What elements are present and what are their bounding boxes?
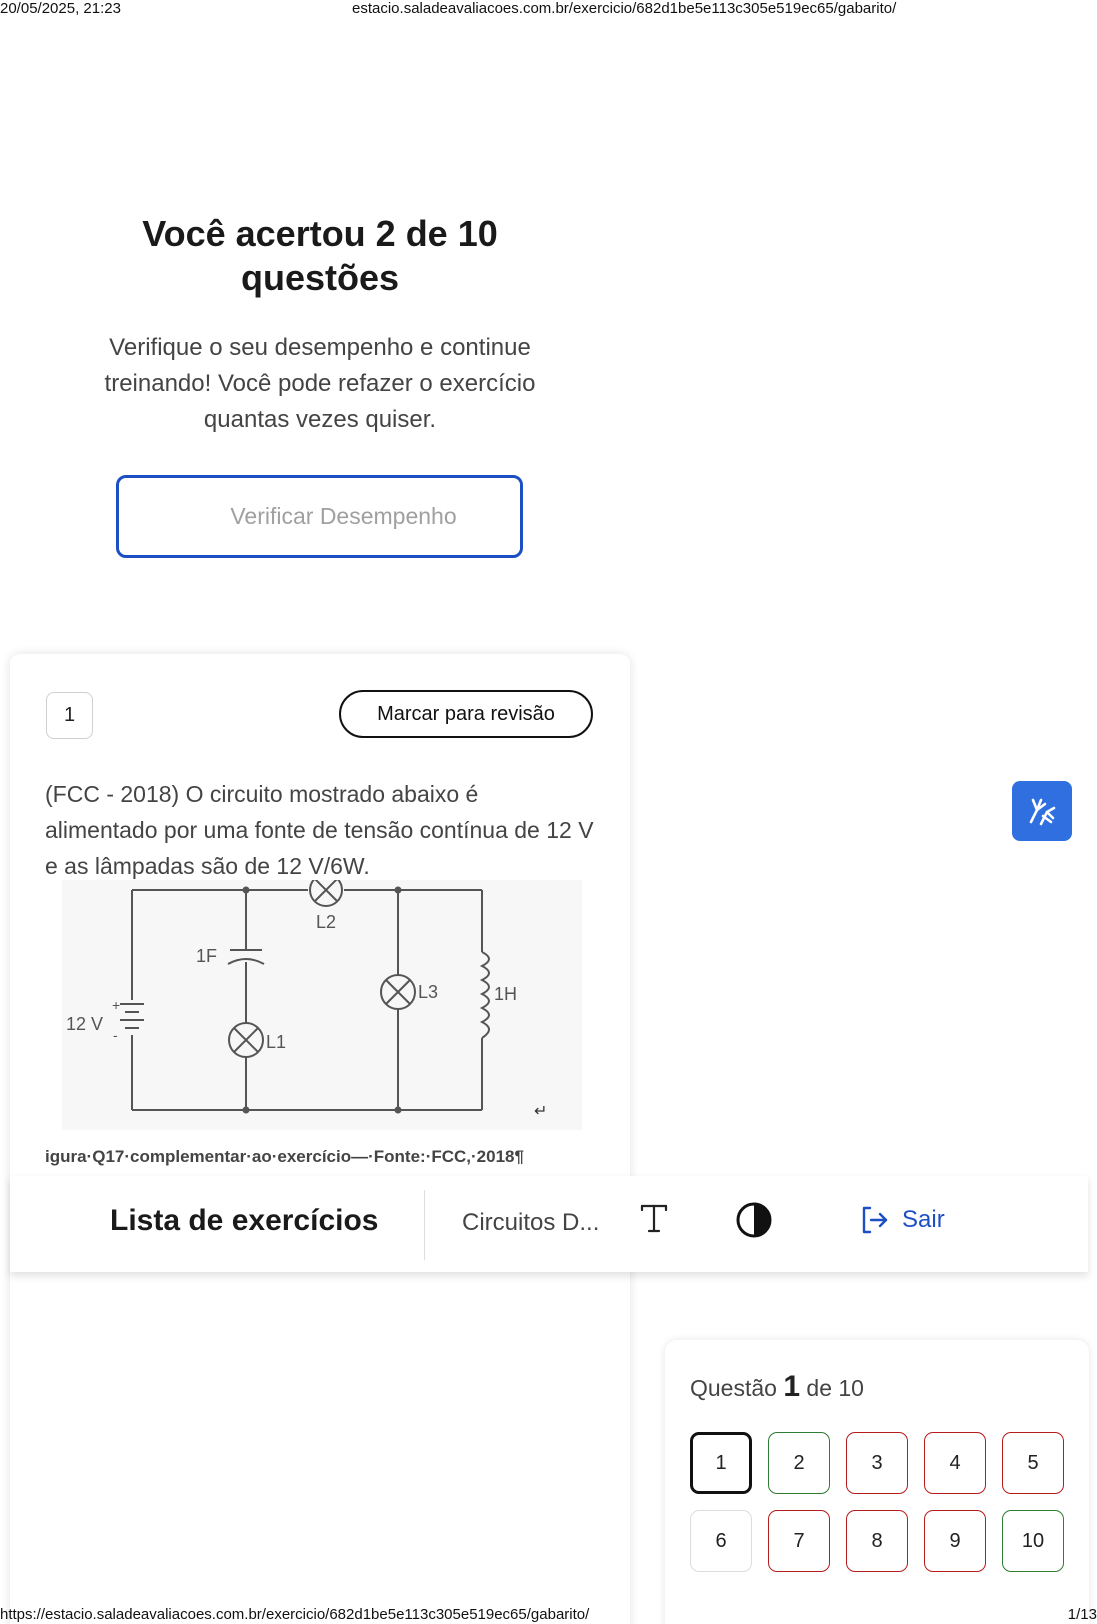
question-button[interactable]: 3 (846, 1432, 908, 1494)
question-number-badge: 1 (46, 692, 93, 739)
source-label: 12 V (66, 1014, 103, 1034)
counter-current: 1 (783, 1370, 801, 1403)
exercise-list-title: Lista de exercícios (110, 1204, 379, 1237)
sign-language-icon (1029, 798, 1056, 826)
print-footer: https://estacio.saladeavaliacoes.com.br/… (0, 1604, 1097, 1624)
question-button[interactable]: 6 (690, 1510, 752, 1572)
lamp-l1-label: L1 (266, 1032, 286, 1052)
question-button[interactable]: 2 (768, 1432, 830, 1494)
circuit-diagram: 12 V + - 1F L2 L1 L3 1H ↵ (62, 880, 582, 1130)
accessibility-button[interactable] (1012, 781, 1072, 841)
plus-sign: + (112, 997, 120, 1013)
counter-suffix: de 10 (806, 1375, 864, 1401)
exit-icon (862, 1206, 888, 1234)
question-button[interactable]: 10 (1002, 1510, 1064, 1572)
question-button[interactable]: 8 (846, 1510, 908, 1572)
print-footer-url: https://estacio.saladeavaliacoes.com.br/… (0, 1606, 590, 1623)
result-title: Você acertou 2 de 10 questões (142, 213, 498, 298)
print-url: estacio.saladeavaliacoes.com.br/exercici… (352, 0, 897, 17)
text-size-icon[interactable] (634, 1198, 674, 1238)
print-datetime: 20/05/2025, 21:23 (0, 0, 121, 17)
capacitor-label: 1F (196, 946, 217, 966)
question-button[interactable]: 4 (924, 1432, 986, 1494)
exit-button[interactable]: Sair (858, 1198, 945, 1242)
counter-prefix: Questão (690, 1375, 777, 1401)
question-text: (FCC - 2018) O circuito mostrado abaixo … (45, 781, 594, 879)
contrast-icon[interactable] (734, 1200, 774, 1240)
question-button[interactable]: 7 (768, 1510, 830, 1572)
minus-sign: - (113, 1027, 118, 1043)
question-counter: Questão 1 de 10 (690, 1370, 864, 1404)
verify-performance-button[interactable]: Verificar Desempenho (116, 475, 523, 558)
question-button[interactable]: 1 (690, 1432, 752, 1494)
question-grid: 1 2 3 4 5 6 7 8 9 10 (690, 1432, 1064, 1572)
inductor-label: 1H (494, 984, 517, 1004)
question-button[interactable]: 5 (1002, 1432, 1064, 1494)
question-button[interactable]: 9 (924, 1510, 986, 1572)
mark-for-review-button[interactable]: Marcar para revisão (339, 690, 593, 738)
exercise-topbar: Lista de exercícios Circuitos D... Sair (10, 1176, 1088, 1272)
result-message: Verifique o seu desempenho e continue tr… (104, 334, 536, 433)
lamp-l3-label: L3 (418, 982, 438, 1002)
exit-label: Sair (902, 1206, 945, 1233)
return-mark: ↵ (534, 1103, 547, 1120)
print-header: 20/05/2025, 21:23 estacio.saladeavaliaco… (0, 0, 1097, 18)
lamp-l2-label: L2 (316, 912, 336, 932)
print-page-number: 1/13 (1067, 1606, 1097, 1623)
course-name[interactable]: Circuitos D... (462, 1209, 599, 1237)
figure-caption: igura·Q17·complementar·ao·exercício—·Fon… (45, 1147, 524, 1166)
topbar-divider (424, 1190, 425, 1260)
